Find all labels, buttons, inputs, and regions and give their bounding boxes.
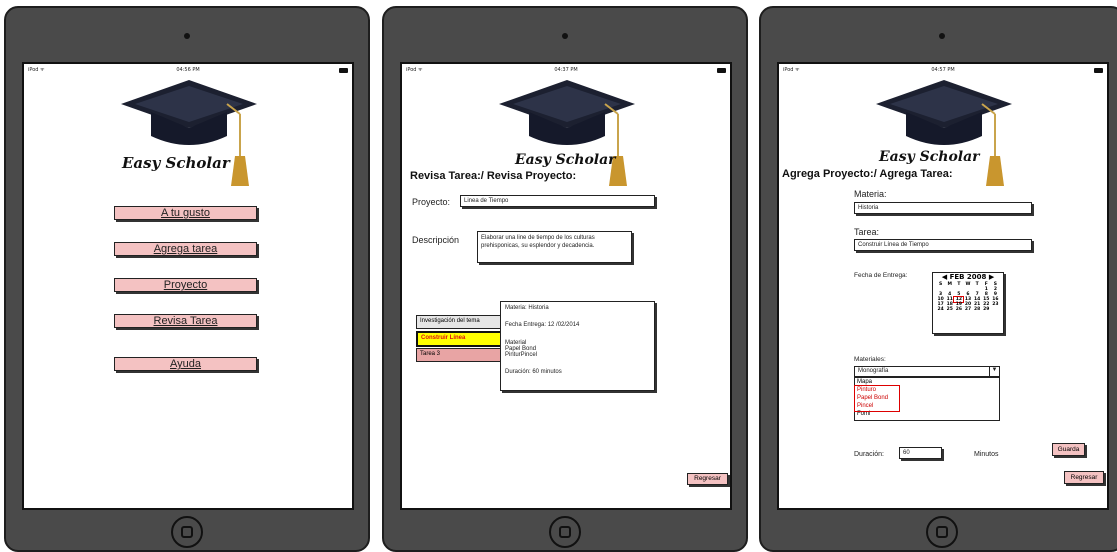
calendar-days[interactable]: 1 2 3 4 5 6 7 8 9 10 11 12 13 14 15 16 17 18 19 20 21 22 23 24 2… [933,287,1003,312]
detail-fecha: Fecha Entrega: 12 /02/2014 [505,322,580,328]
task-detail-panel: Materia: Historia Fecha Entrega: 12 /02/… [500,301,655,391]
menu-button-agrega-tarea[interactable]: Agrega tarea [114,242,257,256]
tarea-field[interactable]: Construir Línea de Tiempo [854,239,1032,251]
camera [939,33,945,39]
detail-materia: Materia: Historia [505,305,549,311]
descripcion-field[interactable]: Elaborar una line de tiempo de los cultu… [477,231,632,263]
carrier-label: iPod ᯤ [28,67,45,73]
home-button[interactable] [549,516,581,548]
materia-label: Materia: [854,189,887,199]
menu-button-a-tu-gusto[interactable]: A tu gusto [114,206,257,220]
task-item[interactable]: Investigación del tema [416,315,504,329]
screen-agrega: iPod ᯤ 04:57 PM Easy Scholar Agrega Proy… [777,62,1109,510]
calendar-day[interactable]: 28 [973,307,982,312]
app-title: Easy Scholar [515,152,616,168]
materiales-select[interactable]: Monografía ▼ [854,366,1000,377]
detail-duracion: Duración: 60 minutos [505,369,562,375]
carrier-label: iPod ᯤ [783,67,800,73]
duracion-label: Duración: [854,451,884,458]
calendar-day[interactable]: 25 [945,307,954,312]
materiales-label: Materiales: [854,356,886,363]
calendar-day[interactable]: 24 [936,307,945,312]
date-picker-calendar[interactable]: ◀ FEB 2008 ▶ SMTWTFS 1 2 3 4 5 6 7 8 9 10 11 12 13 14… [932,272,1004,334]
materia-field[interactable]: Historia [854,202,1032,214]
battery-icon [717,68,726,73]
tablet-frame-home: iPod ᯤ 04:56 PM Easy Scholar A tu gusto … [4,6,370,552]
tarea-label: Tarea: [854,227,880,237]
home-button[interactable] [926,516,958,548]
app-title: Easy Scholar [122,154,230,172]
home-button[interactable] [171,516,203,548]
task-item[interactable]: Tarea 3 [416,348,504,362]
status-time: 04:56 PM [176,67,200,73]
battery-icon [339,68,348,73]
calendar-day [991,307,1000,312]
battery-icon [1094,68,1103,73]
tablet-frame-agrega: iPod ᯤ 04:57 PM Easy Scholar Agrega Proy… [759,6,1117,552]
calendar-header: ◀ FEB 2008 ▶ [941,273,995,281]
carrier-label: iPod ᯤ [406,67,423,73]
descripcion-label: Descripción [412,235,460,245]
calendar-day[interactable]: 26 [954,307,963,312]
selection-highlight [854,385,900,412]
chevron-down-icon[interactable]: ▼ [989,367,999,376]
materiales-selected-value: Monografía [858,368,889,374]
minutos-label: Minutos [974,451,999,458]
status-time: 04:37 PM [554,67,578,73]
menu-button-revisa-tarea[interactable]: Revisa Tarea [114,314,257,328]
calendar-day[interactable]: 27 [963,307,972,312]
status-bar: iPod ᯤ 04:57 PM [779,64,1107,78]
menu-button-ayuda[interactable]: Ayuda [114,357,257,371]
guarda-button[interactable]: Guarda [1052,443,1085,456]
app-title: Easy Scholar [879,149,980,165]
page-title: Revisa Tarea:/ Revisa Proyecto: [410,170,577,182]
screen-revisa: iPod ᯤ 04:37 PM Easy Scholar Revisa Tare… [400,62,732,510]
camera [184,33,190,39]
task-item-selected[interactable]: Construir Línea [416,331,504,347]
graduation-cap-logo [121,80,257,186]
proyecto-field[interactable]: Linea de Tiempo [460,195,655,207]
regresar-button[interactable]: Regresar [687,473,728,485]
page-title: Agrega Proyecto:/ Agrega Tarea: [782,168,953,180]
detail-material-item: PinturPincel [505,352,538,358]
screen-home: iPod ᯤ 04:56 PM Easy Scholar A tu gusto … [22,62,354,510]
status-bar: iPod ᯤ 04:37 PM [402,64,730,78]
fecha-label: Fecha de Entrega: [854,272,908,279]
regresar-button[interactable]: Regresar [1064,471,1104,484]
duracion-field[interactable]: 60 [899,447,942,459]
status-bar: iPod ᯤ 04:56 PM [24,64,352,78]
proyecto-label: Proyecto: [412,197,451,207]
camera [562,33,568,39]
menu-button-proyecto[interactable]: Proyecto [114,278,257,292]
status-time: 04:57 PM [931,67,955,73]
tablet-frame-revisa: iPod ᯤ 04:37 PM Easy Scholar Revisa Tare… [382,6,748,552]
calendar-day[interactable]: 29 [982,307,991,312]
